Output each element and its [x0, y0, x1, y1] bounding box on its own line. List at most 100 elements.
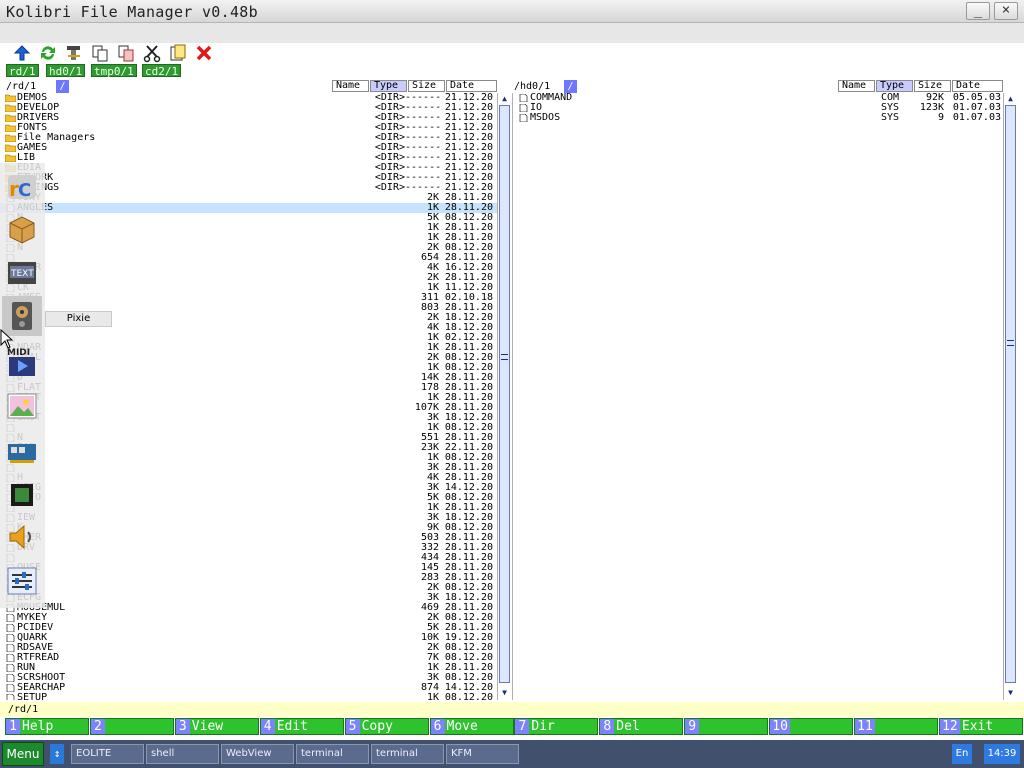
- fkey-8[interactable]: 8 Del: [599, 718, 684, 735]
- task-terminal[interactable]: terminal: [371, 744, 444, 764]
- fkey-12[interactable]: 12 Exit: [938, 718, 1023, 735]
- swap-icon[interactable]: ↕: [50, 744, 64, 764]
- drive-button-hd0[interactable]: hd0/1: [46, 64, 86, 78]
- right-file-list[interactable]: COMMAND COM 92K 05.05.03 IO SYS 123K 01.07.03 MS…: [512, 93, 1003, 700]
- file-row[interactable]: ED1K08.12.20: [0, 453, 497, 463]
- file-row[interactable]: ANGLES1K28.11.20: [0, 203, 497, 213]
- midi-player-icon[interactable]: MIDI: [6, 346, 38, 378]
- file-row[interactable]: IFY28328.11.20: [0, 573, 497, 583]
- package-icon[interactable]: [6, 213, 38, 245]
- image-viewer-icon[interactable]: [6, 390, 38, 422]
- drive-button-rd[interactable]: rd/1: [6, 64, 39, 78]
- file-row[interactable]: UME2K28.11.20: [0, 273, 497, 283]
- left-header-name[interactable]: Name: [332, 80, 369, 92]
- left-scrollbar[interactable]: ▲ ▼: [497, 93, 511, 700]
- file-row[interactable]: 2K 08.12.20: [0, 583, 497, 593]
- network-card-icon[interactable]: [6, 436, 38, 468]
- fkey-10[interactable]: 10: [769, 718, 854, 735]
- fkey-7[interactable]: 7 Dir: [514, 718, 599, 735]
- file-row[interactable]: ACK107K28.11.20: [0, 403, 497, 413]
- fkey-3[interactable]: 3 View: [174, 718, 259, 735]
- file-row[interactable]: N5K08.12.20: [0, 213, 497, 223]
- file-row[interactable]: RUN 1K 28.11.20: [0, 663, 497, 673]
- scroll-down-icon[interactable]: ▼: [1005, 688, 1016, 698]
- right-scrollbar[interactable]: ▲ ▼: [1003, 93, 1017, 700]
- file-row[interactable]: IEW3K18.12.20: [0, 513, 497, 523]
- task-terminal[interactable]: terminal: [296, 744, 369, 764]
- cut-icon[interactable]: [142, 43, 162, 63]
- task-webview[interactable]: WebView: [221, 744, 294, 764]
- fkey-9[interactable]: 9: [684, 718, 769, 735]
- fkey-11[interactable]: 11: [854, 718, 938, 735]
- left-header-date[interactable]: Date: [446, 80, 497, 92]
- volume-icon[interactable]: [6, 521, 38, 553]
- file-row[interactable]: KBAR4K16.12.20: [0, 263, 497, 273]
- file-row[interactable]: MOUSEMUL46928.11.20: [0, 603, 497, 613]
- file-row[interactable]: 1K 02.12.20: [0, 333, 497, 343]
- drive-button-tmp0[interactable]: tmp0/1: [91, 64, 137, 78]
- new-icon[interactable]: [168, 43, 188, 63]
- cpu-icon[interactable]: [6, 479, 38, 511]
- paste-icon[interactable]: [116, 43, 136, 63]
- file-row[interactable]: MYKEY 2K 08.12.20: [0, 613, 497, 623]
- delete-icon[interactable]: [194, 43, 214, 63]
- rc-icon[interactable]: rC: [6, 171, 38, 203]
- minimize-button[interactable]: _: [966, 2, 990, 20]
- scroll-down-icon[interactable]: ▼: [499, 688, 510, 698]
- right-header-size[interactable]: Size: [914, 80, 951, 92]
- file-row[interactable]: EAD23K22.11.20: [0, 443, 497, 453]
- left-header-size[interactable]: Size: [408, 80, 445, 92]
- task-shell[interactable]: shell: [146, 744, 219, 764]
- speaker-icon[interactable]: [6, 300, 38, 332]
- close-button[interactable]: ×: [994, 2, 1018, 20]
- copy-icon[interactable]: [90, 43, 110, 63]
- left-sort-button[interactable]: /: [56, 80, 69, 93]
- task-eolite[interactable]: EOLITE: [71, 744, 144, 764]
- fkey-6[interactable]: 6 Move: [429, 718, 514, 735]
- file-row[interactable]: QUARK 10K 19.12.20: [0, 633, 497, 643]
- file-row[interactable]: RTFREAD 7K 08.12.20: [0, 653, 497, 663]
- file-row[interactable]: NFIG3K14.12.20: [0, 483, 497, 493]
- start-menu-button[interactable]: Menu: [2, 742, 44, 766]
- file-row[interactable]: DIAL2K08.12.20: [0, 353, 497, 363]
- drive-button-cd2[interactable]: cd2/1: [142, 64, 182, 78]
- file-row[interactable]: TSKY2K28.11.20: [0, 193, 497, 203]
- file-row[interactable]: IO SYS 123K 01.07.03: [513, 103, 1003, 113]
- file-row[interactable]: INFO5K08.12.20: [0, 493, 497, 503]
- file-row[interactable]: RDSAVE 2K 08.12.20: [0, 643, 497, 653]
- folder-row[interactable]: ETTINGS<DIR>------21.12.20: [0, 183, 497, 193]
- file-row[interactable]: FLAT17828.11.20: [0, 383, 497, 393]
- task-kfm[interactable]: KFM: [446, 744, 519, 764]
- right-header-type[interactable]: Type: [876, 80, 913, 92]
- refresh-icon[interactable]: [38, 43, 58, 63]
- title-bar[interactable]: Kolibri File Manager v0.48b _ ×: [0, 0, 1024, 23]
- file-row[interactable]: IFY1K28.11.20: [0, 233, 497, 243]
- right-sort-button[interactable]: /: [564, 80, 577, 93]
- command-line[interactable]: /rd/1: [0, 702, 1024, 717]
- settings-icon[interactable]: [6, 565, 38, 597]
- language-indicator[interactable]: En: [952, 744, 972, 764]
- file-row[interactable]: H4K28.11.20: [0, 473, 497, 483]
- file-row[interactable]: NDAR1K28.11.20: [0, 343, 497, 353]
- fkey-5[interactable]: 5 Copy: [344, 718, 429, 735]
- file-row[interactable]: 1K 28.11.20: [0, 503, 497, 513]
- scroll-up-icon[interactable]: ▲: [499, 94, 510, 104]
- right-header-date[interactable]: Date: [952, 80, 1003, 92]
- scroll-up-icon[interactable]: ▲: [1005, 94, 1016, 104]
- file-row[interactable]: MSDOS SYS 9 01.07.03: [513, 113, 1003, 123]
- file-row[interactable]: SEARCHAP 874 14.12.20: [0, 683, 497, 693]
- file-row[interactable]: 3K 28.11.20: [0, 463, 497, 473]
- text-editor-icon[interactable]: TEXT: [6, 256, 38, 288]
- left-scroll-thumb[interactable]: [499, 105, 510, 683]
- right-scroll-thumb[interactable]: [1005, 105, 1016, 683]
- up-dir-icon[interactable]: [12, 43, 32, 63]
- left-header-type[interactable]: Type: [370, 80, 407, 92]
- file-row[interactable]: SHOT3K18.12.20: [0, 413, 497, 423]
- fkey-1[interactable]: 1 Help: [5, 718, 89, 735]
- fkey-2[interactable]: 2: [89, 718, 174, 735]
- file-row[interactable]: SETUP 1K 08.12.20: [0, 693, 497, 700]
- file-row[interactable]: U1K28.11.20: [0, 223, 497, 233]
- left-file-list[interactable]: DEMOS <DIR> ------ 21.12.20 DEVELOP <DIR> ----…: [0, 93, 497, 700]
- properties-icon[interactable]: [64, 43, 84, 63]
- fkey-4[interactable]: 4 Edit: [259, 718, 344, 735]
